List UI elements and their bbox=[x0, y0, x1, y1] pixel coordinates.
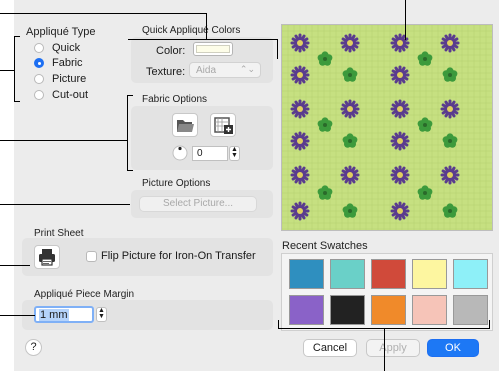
margin-stepper[interactable]: ▲ ▼ bbox=[96, 307, 107, 322]
callout-line bbox=[127, 95, 128, 171]
callout-line bbox=[384, 328, 385, 371]
apply-button[interactable]: Apply bbox=[366, 339, 420, 357]
radio-quick[interactable] bbox=[34, 43, 44, 53]
callout-line bbox=[405, 0, 406, 40]
callout-line bbox=[14, 101, 20, 102]
angle-dial-icon[interactable] bbox=[172, 145, 188, 161]
print-button[interactable] bbox=[34, 245, 60, 269]
radio-quick-label: Quick bbox=[52, 42, 81, 54]
color-well[interactable] bbox=[193, 42, 233, 56]
applique-type-title: Appliqué Type bbox=[26, 26, 96, 38]
callout-line bbox=[14, 36, 20, 37]
fabric-preview bbox=[281, 24, 493, 231]
callout-line bbox=[0, 140, 128, 141]
folder-open-icon bbox=[177, 120, 194, 132]
radio-cutout-label: Cut-out bbox=[52, 89, 89, 101]
color-label: Color: bbox=[156, 45, 186, 57]
radio-fabric-label: Fabric bbox=[52, 57, 83, 69]
swatch-clown[interactable] bbox=[371, 259, 406, 289]
applique-dialog: Appliqué Type Quick Fabric Picture Cut-o… bbox=[14, 0, 499, 371]
help-button[interactable]: ? bbox=[25, 339, 42, 356]
select-picture-button[interactable]: Select Picture... bbox=[139, 196, 257, 212]
printer-icon bbox=[39, 249, 55, 266]
swatch-teal-pattern[interactable] bbox=[330, 259, 365, 289]
cancel-button[interactable]: Cancel bbox=[303, 339, 357, 357]
callout-line bbox=[0, 315, 35, 316]
texture-select[interactable]: Aida ⌃⌄ bbox=[189, 62, 261, 78]
swatch-stars[interactable] bbox=[330, 295, 365, 325]
margin-title: Appliqué Piece Margin bbox=[34, 289, 135, 300]
radio-cutout[interactable] bbox=[34, 90, 44, 100]
callout-line bbox=[0, 204, 130, 205]
flip-label: Flip Picture for Iron-On Transfer bbox=[101, 250, 256, 262]
swatch-purple-tiles[interactable] bbox=[289, 295, 324, 325]
swatch-cyan[interactable] bbox=[453, 259, 488, 289]
callout-line bbox=[127, 170, 133, 171]
angle-input[interactable]: 0 bbox=[192, 146, 228, 161]
angle-value: 0 bbox=[197, 148, 203, 159]
callout-line bbox=[0, 265, 30, 266]
picture-options-title: Picture Options bbox=[142, 178, 211, 189]
callout-line bbox=[0, 13, 207, 14]
callout-line bbox=[489, 320, 490, 329]
angle-stepper[interactable]: ▲ ▼ bbox=[229, 146, 240, 161]
fabric-add-icon bbox=[214, 117, 233, 134]
chevron-updown-icon: ⌃⌄ bbox=[239, 64, 255, 74]
callout-line bbox=[206, 13, 207, 39]
margin-value: 1 mm bbox=[39, 309, 69, 321]
recent-swatches-title: Recent Swatches bbox=[282, 240, 368, 252]
fabric-options-title: Fabric Options bbox=[142, 94, 208, 105]
margin-input[interactable]: 1 mm bbox=[34, 306, 94, 323]
quick-colors-title: Quick Appliqué Colors bbox=[142, 25, 241, 36]
ok-button[interactable]: OK bbox=[427, 339, 479, 357]
swatch-pink-checks[interactable] bbox=[412, 295, 447, 325]
callout-line bbox=[278, 320, 279, 329]
swatch-orange-pattern[interactable] bbox=[371, 295, 406, 325]
fabric-pattern-image bbox=[282, 25, 492, 230]
color-swatch bbox=[196, 45, 230, 53]
swatch-pale-yellow[interactable] bbox=[412, 259, 447, 289]
chevron-down-icon: ▼ bbox=[98, 313, 105, 320]
callout-line bbox=[0, 70, 14, 71]
open-fabric-button[interactable] bbox=[172, 113, 198, 137]
callout-line bbox=[277, 39, 278, 59]
radio-picture[interactable] bbox=[34, 74, 44, 84]
texture-label: Texture: bbox=[146, 66, 186, 78]
chevron-down-icon: ▼ bbox=[231, 152, 238, 159]
swatch-grey-scales[interactable] bbox=[453, 295, 488, 325]
add-fabric-button[interactable] bbox=[210, 113, 236, 137]
radio-fabric[interactable] bbox=[34, 58, 44, 68]
flip-checkbox[interactable] bbox=[86, 251, 97, 262]
recent-swatches-grid bbox=[281, 253, 493, 331]
swatch-blue-sea[interactable] bbox=[289, 259, 324, 289]
callout-line bbox=[14, 36, 15, 102]
callout-line bbox=[127, 95, 133, 96]
radio-picture-label: Picture bbox=[52, 73, 87, 85]
texture-value: Aida bbox=[196, 65, 217, 76]
callout-line bbox=[128, 39, 278, 40]
